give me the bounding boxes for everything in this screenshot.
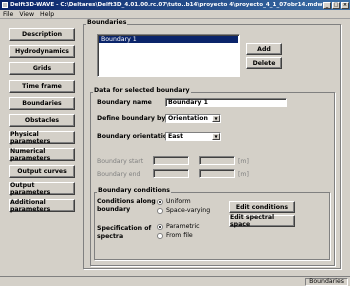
- chevron-down-icon[interactable]: ▼: [212, 115, 220, 122]
- boundary-list[interactable]: Boundary 1: [97, 34, 240, 77]
- nav-physical-parameters-button[interactable]: Physical parameters: [9, 131, 75, 145]
- nav-hydrodynamics-button[interactable]: Hydrodynamics: [9, 45, 75, 58]
- menu-view[interactable]: View: [19, 11, 34, 18]
- edit-spectral-space-button[interactable]: Edit spectral space: [229, 214, 295, 228]
- boundary-end-label: Boundary end: [97, 171, 141, 178]
- parametric-label: Parametric: [166, 223, 200, 230]
- from-file-radio[interactable]: From file: [157, 232, 193, 239]
- radio-selected-icon: [157, 223, 163, 230]
- boundary-end-y-input: [199, 169, 235, 178]
- add-button[interactable]: Add: [246, 43, 282, 55]
- nav-description-button[interactable]: Description: [9, 28, 75, 41]
- boundary-name-label: Boundary name: [97, 99, 152, 106]
- nav-obstacles-button[interactable]: Obstacles: [9, 114, 75, 127]
- nav-numerical-parameters-button[interactable]: Numerical parameters: [9, 148, 75, 162]
- specification-label-2: spectra: [97, 233, 124, 240]
- boundary-conditions-group-label: Boundary conditions: [97, 187, 171, 194]
- boundary-name-input[interactable]: Boundary 1: [165, 98, 287, 107]
- selected-boundary-group-label: Data for selected boundary: [93, 87, 191, 94]
- nav-boundaries-button[interactable]: Boundaries: [9, 97, 75, 110]
- space-varying-radio[interactable]: Space-varying: [157, 207, 210, 214]
- menu-help[interactable]: Help: [40, 11, 54, 18]
- boundary-end-unit: [m]: [238, 171, 249, 178]
- nav-time-frame-button[interactable]: Time frame: [9, 80, 75, 93]
- boundary-start-unit: [m]: [238, 158, 249, 165]
- boundary-orientation-value: East: [168, 133, 184, 140]
- status-text: Boundaries: [305, 277, 348, 286]
- boundary-start-y-input: [199, 156, 235, 165]
- close-button[interactable]: ×: [341, 1, 349, 9]
- space-varying-label: Space-varying: [166, 207, 211, 214]
- boundary-orientation-label: Boundary orientation: [97, 133, 172, 140]
- boundaries-group-label: Boundaries: [86, 19, 128, 26]
- uniform-label: Uniform: [166, 198, 191, 205]
- conditions-along-label-2: boundary: [97, 206, 131, 213]
- boundary-end-x-input: [153, 169, 189, 178]
- boundary-list-item[interactable]: Boundary 1: [99, 36, 238, 43]
- title-bar: Delft3D-WAVE - C:\Deltares\Delft3D_4.01.…: [0, 0, 350, 10]
- boundary-start-x-input: [153, 156, 189, 165]
- chevron-down-icon[interactable]: ▼: [212, 133, 220, 140]
- boundary-orientation-select[interactable]: East ▼: [165, 132, 221, 141]
- nav-grids-button[interactable]: Grids: [9, 62, 75, 75]
- specification-label: Specification of: [97, 225, 152, 232]
- radio-unselected-icon: [157, 232, 163, 239]
- define-boundary-label: Define boundary by: [97, 115, 166, 122]
- menu-file[interactable]: File: [3, 11, 13, 18]
- parametric-radio[interactable]: Parametric: [157, 223, 200, 230]
- nav-output-curves-button[interactable]: Output curves: [9, 165, 75, 178]
- status-bar: Boundaries: [0, 276, 350, 286]
- conditions-along-label: Conditions along: [97, 198, 156, 205]
- define-boundary-value: Orientation: [168, 115, 208, 122]
- radio-unselected-icon: [157, 207, 163, 214]
- boundary-start-label: Boundary start: [97, 158, 144, 165]
- maximize-button[interactable]: □: [332, 1, 340, 9]
- minimize-button[interactable]: _: [323, 1, 331, 9]
- app-icon: [2, 2, 8, 8]
- radio-selected-icon: [157, 198, 163, 205]
- nav-additional-parameters-button[interactable]: Additional parameters: [9, 199, 75, 213]
- from-file-label: From file: [166, 232, 193, 239]
- menu-bar: File View Help: [0, 10, 350, 19]
- nav-output-parameters-button[interactable]: Output parameters: [9, 182, 75, 196]
- edit-conditions-button[interactable]: Edit conditions: [229, 201, 295, 213]
- window-title: Delft3D-WAVE - C:\Deltares\Delft3D_4.01.…: [10, 2, 323, 8]
- delete-button[interactable]: Delete: [246, 57, 282, 69]
- define-boundary-select[interactable]: Orientation ▼: [165, 114, 221, 123]
- uniform-radio[interactable]: Uniform: [157, 198, 191, 205]
